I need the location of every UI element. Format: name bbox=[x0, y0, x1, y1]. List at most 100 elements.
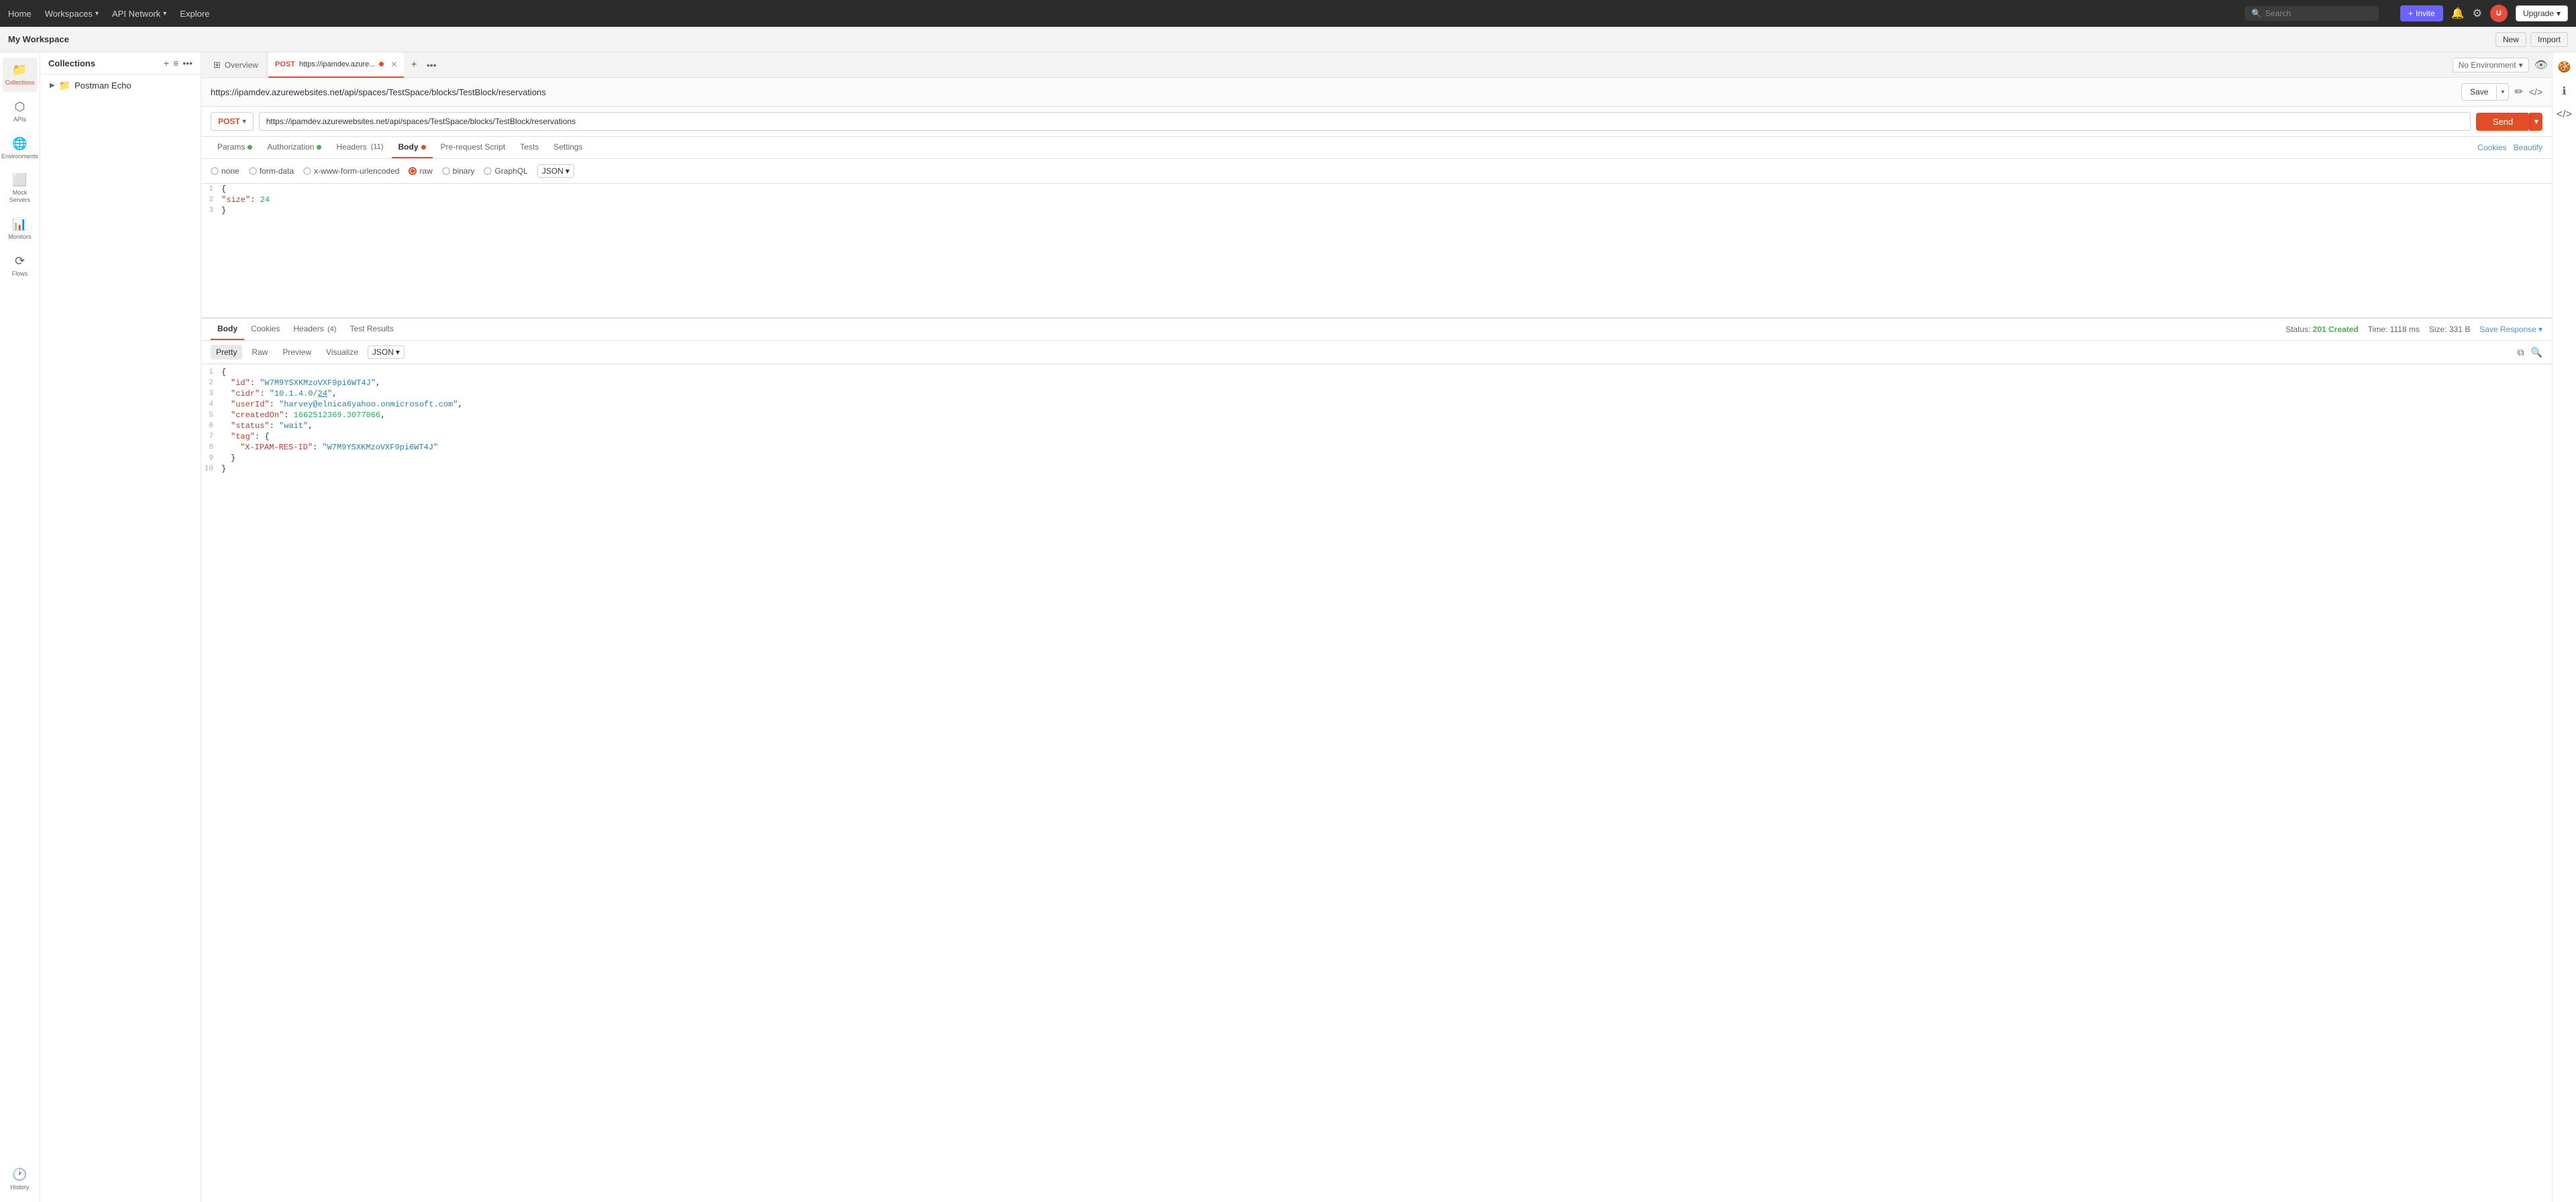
env-eye-icon[interactable]: 👁 bbox=[2534, 58, 2548, 72]
import-button[interactable]: Import bbox=[2530, 32, 2568, 47]
tab-tests[interactable]: Tests bbox=[513, 137, 545, 158]
send-button[interactable]: Send bbox=[2476, 113, 2530, 131]
code-icon[interactable]: </> bbox=[2529, 87, 2542, 97]
invite-plus-icon: + bbox=[2408, 9, 2413, 18]
more-collection-icon[interactable]: ••• bbox=[182, 58, 193, 68]
response-section: Body Cookies Headers (4) Test Results St… bbox=[201, 318, 2552, 492]
sidebar-item-mock-servers[interactable]: ⬜ Mock Servers bbox=[3, 168, 38, 209]
flows-icon: ⟳ bbox=[15, 254, 25, 268]
avatar[interactable]: U bbox=[2490, 5, 2508, 22]
sidebar-item-monitors[interactable]: 📊 Monitors bbox=[3, 212, 38, 246]
raw-radio bbox=[409, 167, 417, 175]
code-line-2: 2 "size": 24 bbox=[201, 195, 2552, 205]
search-bar[interactable]: 🔍 bbox=[2245, 6, 2379, 21]
add-collection-icon[interactable]: + bbox=[164, 58, 169, 68]
response-status-bar: Status: 201 Created Time: 1118 ms Size: … bbox=[2286, 325, 2542, 334]
right-sidebar-cookie-icon[interactable]: 🍪 bbox=[2555, 58, 2574, 76]
invite-button[interactable]: + Invite bbox=[2400, 5, 2443, 21]
settings-icon[interactable]: ⚙ bbox=[2473, 7, 2482, 20]
tab-settings[interactable]: Settings bbox=[547, 137, 589, 158]
tab-close-icon[interactable]: ✕ bbox=[390, 60, 397, 69]
notifications-icon[interactable]: 🔔 bbox=[2451, 7, 2465, 20]
tab-authorization[interactable]: Authorization bbox=[260, 137, 328, 158]
search-input[interactable] bbox=[2265, 9, 2372, 18]
left-panel-header: Collections + ≡ ••• bbox=[40, 52, 201, 74]
monitors-icon: 📊 bbox=[12, 217, 27, 231]
save-button[interactable]: Save bbox=[2462, 84, 2496, 100]
resp-tab-test-results[interactable]: Test Results bbox=[343, 319, 400, 340]
body-type-binary[interactable]: binary bbox=[442, 166, 475, 176]
nav-workspaces[interactable]: Workspaces ▾ bbox=[45, 9, 99, 19]
tab-params[interactable]: Params bbox=[211, 137, 259, 158]
collection-postman-echo[interactable]: ▶ 📁 Postman Echo bbox=[40, 74, 201, 97]
sidebar-item-history[interactable]: 🕐 History bbox=[3, 1162, 38, 1197]
request-body-editor[interactable]: 1 { 2 "size": 24 3 } bbox=[201, 184, 2552, 318]
resp-line-2: 2 "id": "W7M9YSXKMzoVXF9pi6WT4J", bbox=[201, 378, 2552, 388]
tab-add-icon[interactable]: + bbox=[405, 59, 422, 71]
resp-line-1: 1 { bbox=[201, 367, 2552, 378]
full-url-display: https://ipamdev.azurewebsites.net/api/sp… bbox=[211, 87, 2461, 97]
body-type-graphql[interactable]: GraphQL bbox=[484, 166, 527, 176]
sidebar-item-environments[interactable]: 🌐 Environments bbox=[3, 131, 38, 166]
save-response-button[interactable]: Save Response ▾ bbox=[2479, 325, 2542, 334]
tab-active-request[interactable]: POST https://ipamdev.azure... ✕ bbox=[268, 52, 405, 78]
body-type-none[interactable]: none bbox=[211, 166, 239, 176]
resp-line-10: 10 } bbox=[201, 463, 2552, 474]
resp-sub-visualize[interactable]: Visualize bbox=[321, 345, 364, 360]
url-input[interactable] bbox=[259, 112, 2471, 131]
save-chevron-button[interactable]: ▾ bbox=[2496, 85, 2508, 99]
environment-selector[interactable]: No Environment ▾ bbox=[2453, 58, 2529, 72]
right-sidebar-code-icon[interactable]: </> bbox=[2554, 106, 2575, 123]
sidebar-item-flows[interactable]: ⟳ Flows bbox=[3, 249, 38, 283]
resp-line-9: 9 } bbox=[201, 453, 2552, 463]
right-sidebar: 🍪 ℹ </> bbox=[2552, 52, 2576, 1202]
request-url-row: POST ▾ Send ▾ bbox=[201, 107, 2552, 137]
collections-icon: 📁 bbox=[12, 63, 27, 77]
nav-api-network[interactable]: API Network ▾ bbox=[112, 9, 166, 19]
size-label: Size: 331 B bbox=[2429, 325, 2470, 334]
env-label: No Environment bbox=[2459, 60, 2516, 70]
right-sidebar-info-icon[interactable]: ℹ bbox=[2559, 82, 2569, 101]
cookies-link[interactable]: Cookies bbox=[2477, 143, 2506, 152]
resp-tab-body[interactable]: Body bbox=[211, 319, 244, 340]
new-button[interactable]: New bbox=[2496, 32, 2526, 47]
resp-tab-cookies[interactable]: Cookies bbox=[244, 319, 286, 340]
workspace-name: My Workspace bbox=[8, 34, 69, 44]
response-search-icon[interactable]: 🔍 bbox=[2531, 347, 2542, 358]
body-type-raw[interactable]: raw bbox=[409, 166, 432, 176]
resp-sub-raw[interactable]: Raw bbox=[246, 345, 273, 360]
send-button-group: Send ▾ bbox=[2476, 113, 2542, 131]
form-data-radio bbox=[249, 167, 257, 175]
resp-sub-pretty[interactable]: Pretty bbox=[211, 345, 242, 360]
tab-overview[interactable]: ⊞ Overview bbox=[205, 52, 267, 78]
response-copy-icon[interactable]: ⧉ bbox=[2518, 347, 2524, 358]
tab-pre-request[interactable]: Pre-request Script bbox=[434, 137, 513, 158]
tab-more-icon[interactable]: ••• bbox=[424, 60, 439, 70]
tab-headers[interactable]: Headers (11) bbox=[329, 137, 390, 158]
environments-icon: 🌐 bbox=[12, 137, 27, 151]
sidebar-item-apis[interactable]: ⬡ APIs bbox=[3, 95, 38, 129]
binary-radio bbox=[442, 167, 450, 175]
filter-collection-icon[interactable]: ≡ bbox=[173, 58, 178, 68]
send-arrow-button[interactable]: ▾ bbox=[2530, 113, 2542, 131]
body-type-url-encoded[interactable]: x-www-form-urlencoded bbox=[303, 166, 399, 176]
method-selector[interactable]: POST ▾ bbox=[211, 112, 254, 131]
left-panel-actions: + ≡ ••• bbox=[164, 58, 193, 68]
beautify-link[interactable]: Beautify bbox=[2514, 143, 2542, 152]
upgrade-button[interactable]: Upgrade ▾ bbox=[2516, 5, 2568, 21]
sidebar-item-collections[interactable]: 📁 Collections bbox=[3, 58, 38, 92]
tab-method-label: POST bbox=[275, 60, 295, 68]
json-format-selector[interactable]: JSON ▾ bbox=[537, 164, 574, 178]
resp-line-8: 8 "X-IPAM-RES-ID": "W7M9YSXKMzoVXF9pi6WT… bbox=[201, 442, 2552, 453]
resp-sub-preview[interactable]: Preview bbox=[277, 345, 317, 360]
edit-icon[interactable]: ✏ bbox=[2514, 85, 2523, 99]
content-area: ⊞ Overview POST https://ipamdev.azure...… bbox=[201, 52, 2552, 1202]
response-json-selector[interactable]: JSON ▾ bbox=[368, 345, 405, 359]
nav-explore[interactable]: Explore bbox=[180, 9, 209, 19]
body-type-form-data[interactable]: form-data bbox=[249, 166, 294, 176]
method-label: POST bbox=[218, 117, 240, 126]
tab-body[interactable]: Body bbox=[392, 137, 433, 158]
tab-url-label: https://ipamdev.azure... bbox=[299, 60, 376, 68]
resp-tab-headers[interactable]: Headers (4) bbox=[286, 319, 343, 340]
nav-home[interactable]: Home bbox=[8, 9, 32, 19]
